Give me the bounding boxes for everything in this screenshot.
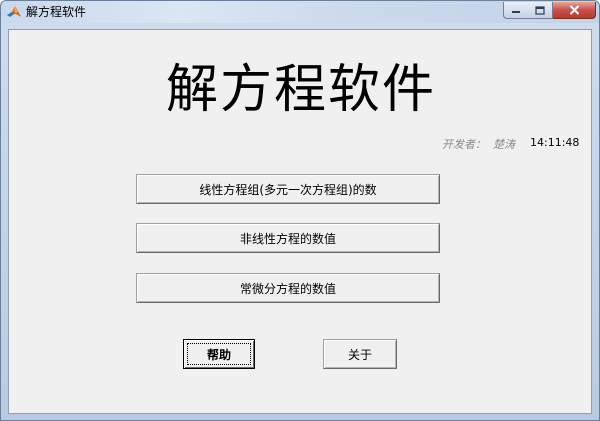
nonlinear-equations-button[interactable]: 非线性方程的数值 <box>136 223 440 253</box>
page-title: 解方程软件 <box>165 60 436 120</box>
about-button[interactable]: 关于 <box>323 339 397 369</box>
help-button[interactable]: 帮助 <box>183 339 255 369</box>
app-window: 解方程软件 解方程软件 开发者： 楚涛 14:11:48 线性方程组(多元一次方… <box>0 0 600 421</box>
close-icon <box>569 5 579 15</box>
client-area: 解方程软件 开发者： 楚涛 14:11:48 线性方程组(多元一次方程组)的数 … <box>8 29 592 414</box>
ode-button[interactable]: 常微分方程的数值 <box>136 273 440 303</box>
minimize-button[interactable] <box>503 2 529 19</box>
matlab-logo-icon[interactable] <box>6 4 22 20</box>
close-button[interactable] <box>553 2 596 19</box>
developer-label: 开发者： <box>442 138 486 151</box>
minimize-icon <box>512 11 520 13</box>
focus-rectangle <box>187 343 251 365</box>
clock-display: 14:11:48 <box>530 136 580 149</box>
maximize-button[interactable] <box>528 2 553 19</box>
maximize-icon <box>535 5 545 15</box>
linear-equations-button[interactable]: 线性方程组(多元一次方程组)的数 <box>136 174 440 204</box>
title-bar[interactable]: 解方程软件 <box>1 1 599 23</box>
developer-name: 楚涛 <box>493 138 515 151</box>
window-title: 解方程软件 <box>26 5 87 19</box>
